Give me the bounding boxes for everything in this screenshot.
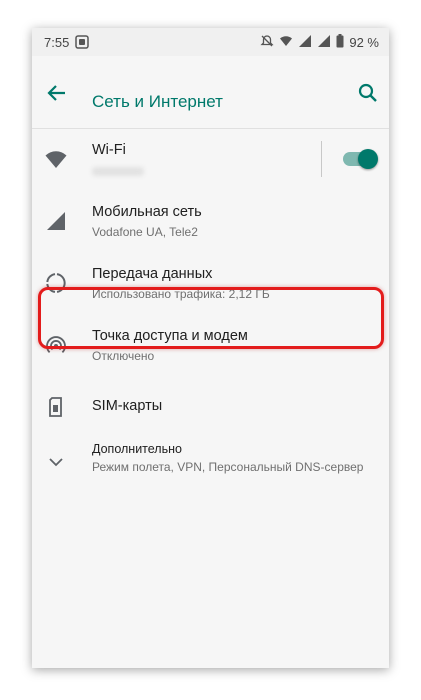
wifi-title: Wi-Fi (92, 142, 126, 158)
wifi-toggle[interactable] (343, 149, 378, 169)
app-bar: Сеть и Интернет (32, 56, 389, 129)
mobile-network-title: Мобильная сеть (92, 204, 202, 220)
status-bar: 7:55 92 % (32, 28, 389, 56)
signal-status-icon-2 (317, 34, 331, 51)
advanced-subtitle: Режим полета, VPN, Персональный DNS-серв… (92, 460, 364, 474)
mobile-network-subtitle: Vodafone UA, Tele2 (92, 225, 198, 239)
highlight-annotation-box (38, 287, 384, 349)
sim-card-icon (44, 395, 68, 419)
list-item-mobile-network[interactable]: Мобильная сеть Vodafone UA, Tele2 (32, 190, 389, 252)
silent-bell-icon (260, 34, 274, 51)
status-time: 7:55 (44, 35, 70, 50)
advanced-title: Дополнительно (92, 442, 182, 456)
back-arrow-icon[interactable] (44, 80, 70, 106)
status-icons: 92 % (260, 34, 379, 51)
notification-app-icon (75, 35, 89, 52)
page-title: Сеть и Интернет (92, 92, 223, 111)
divider (321, 141, 322, 177)
sim-cards-title: SIM-карты (92, 398, 163, 414)
battery-percent: 92 % (349, 35, 379, 50)
hotspot-subtitle: Отключено (92, 349, 155, 363)
chevron-down-icon (44, 450, 68, 474)
cellular-signal-icon (44, 209, 68, 233)
signal-status-icon (298, 34, 312, 51)
data-usage-title: Передача данных (92, 266, 213, 282)
wifi-network-name-blurred (92, 167, 144, 176)
list-item-wifi[interactable]: Wi-Fi (32, 128, 389, 190)
battery-icon (336, 34, 344, 51)
search-icon[interactable] (355, 80, 381, 106)
list-item-advanced[interactable]: Дополнительно Режим полета, VPN, Персона… (32, 428, 389, 490)
toggle-knob (358, 149, 378, 169)
wifi-status-icon (279, 34, 293, 51)
wifi-icon (44, 147, 68, 171)
